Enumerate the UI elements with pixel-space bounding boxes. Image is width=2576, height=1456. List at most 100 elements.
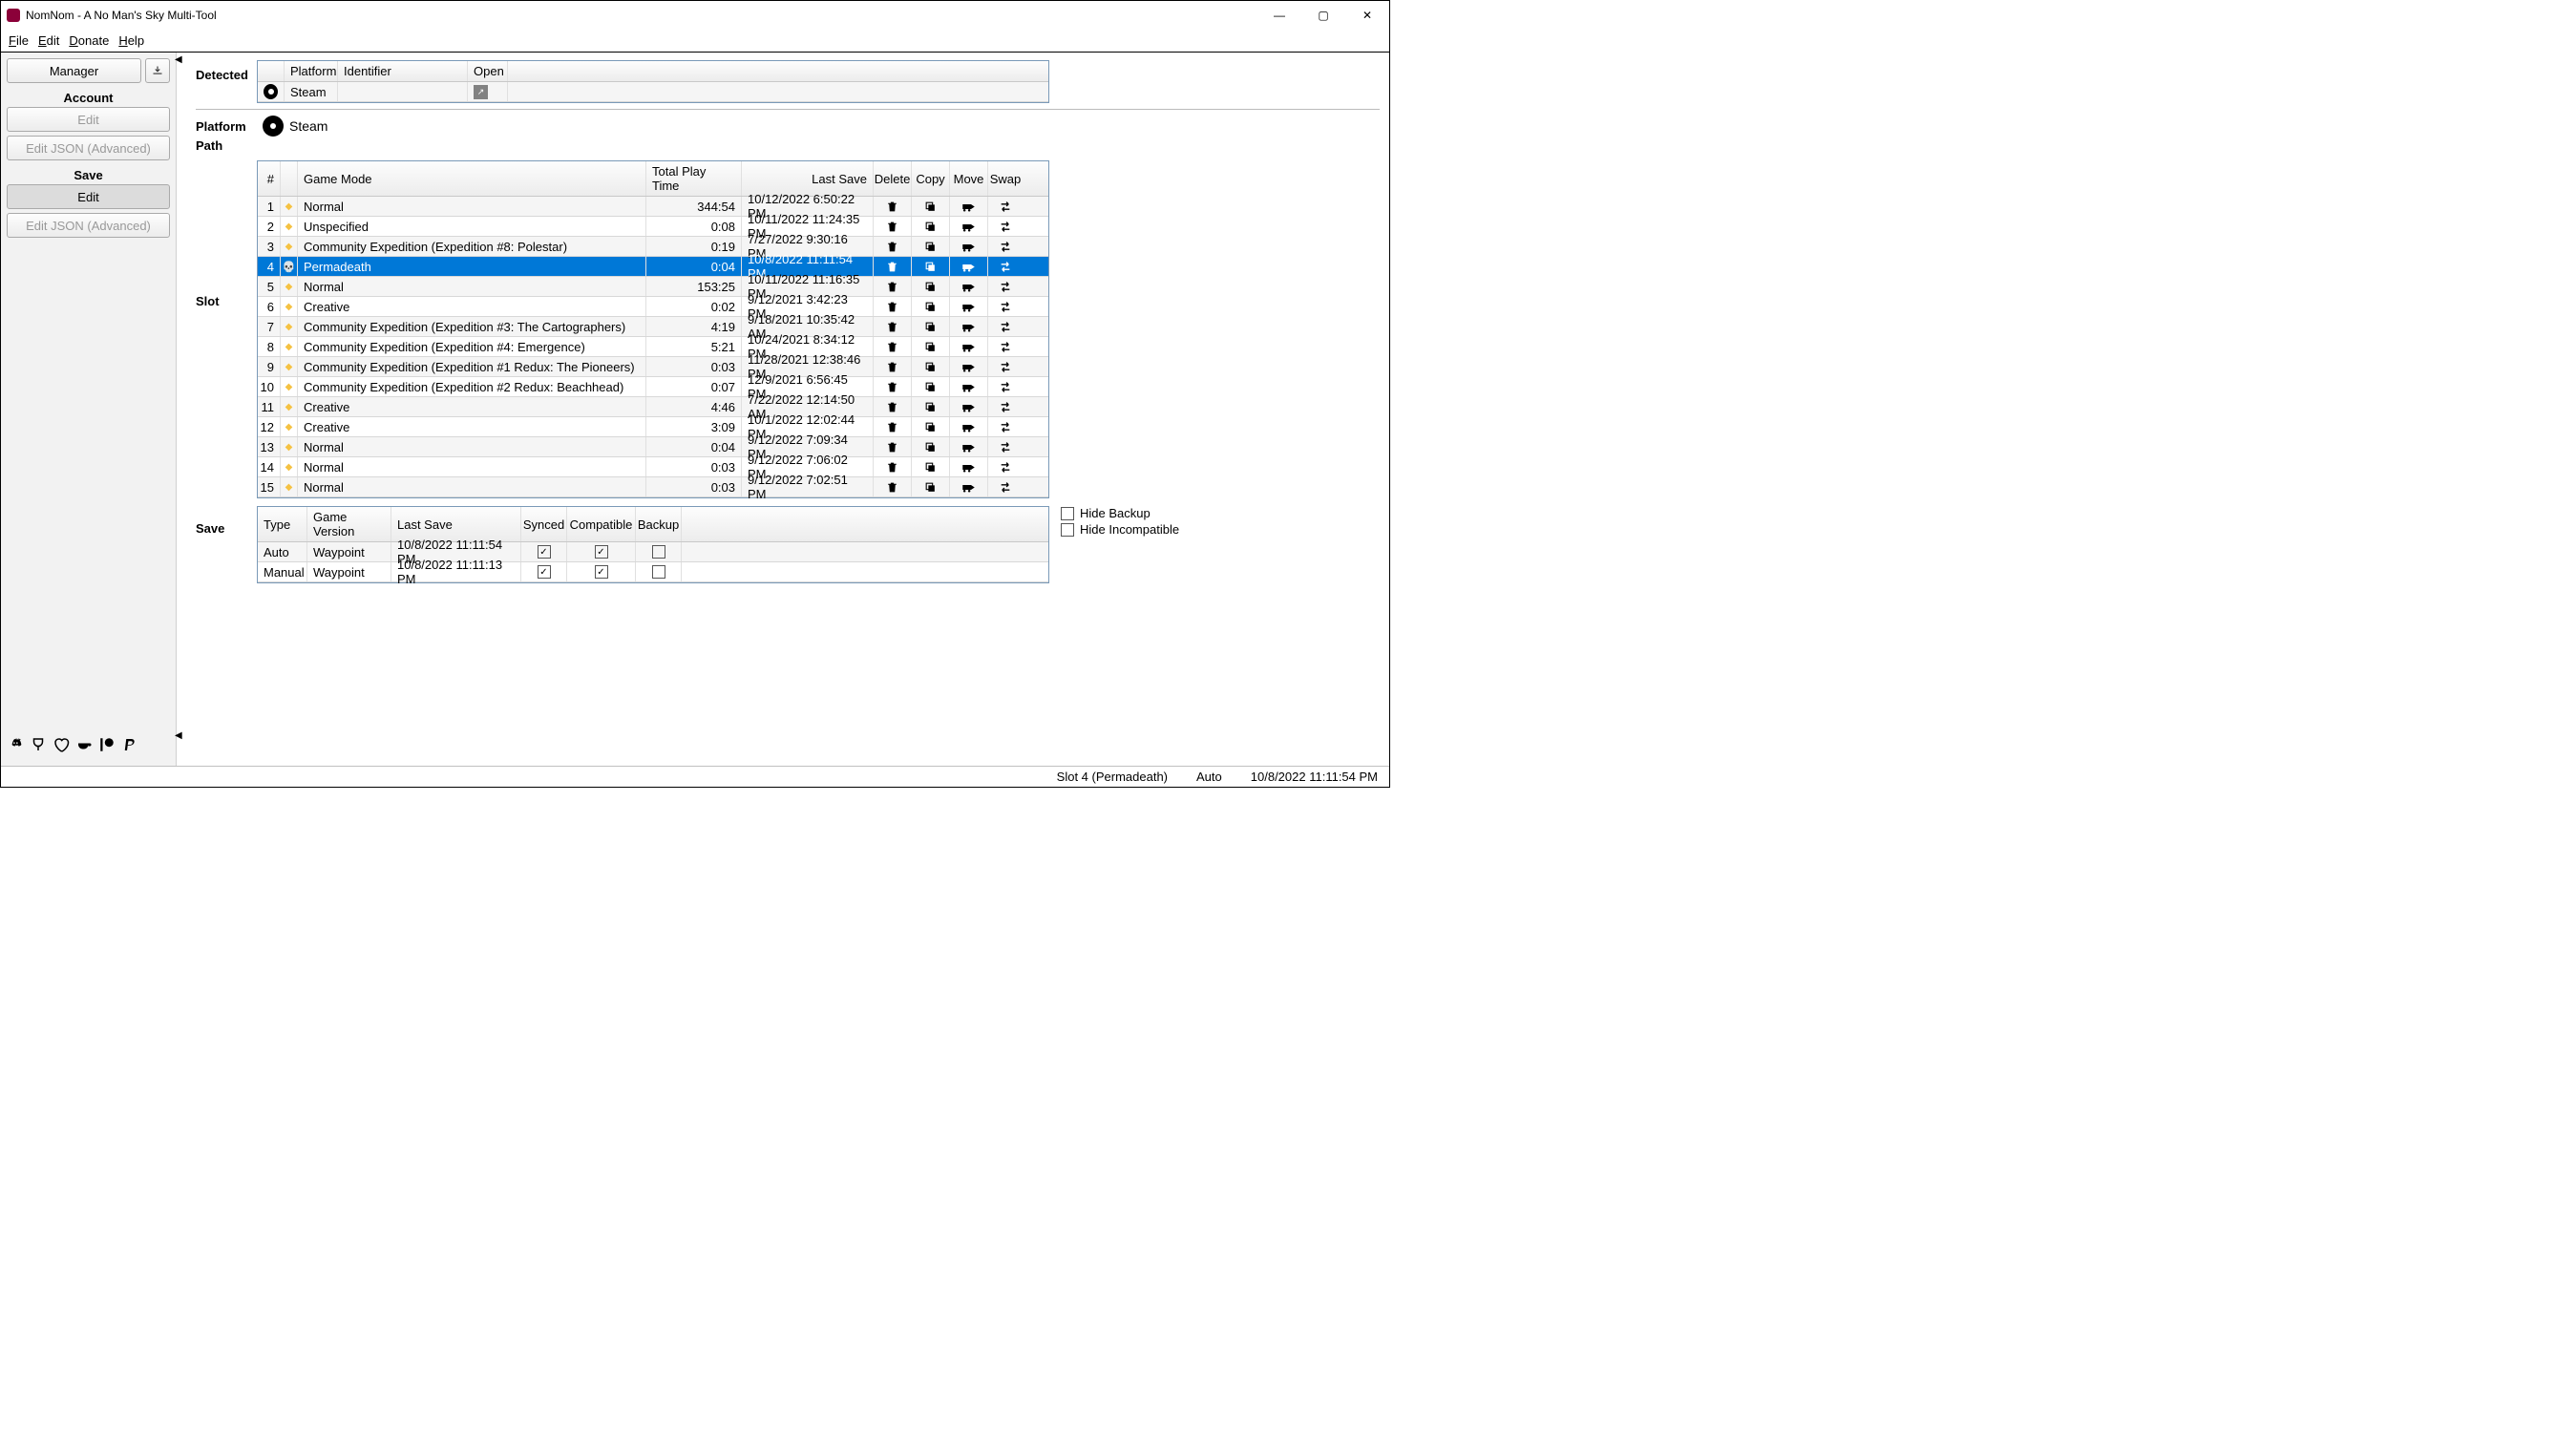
slot-col-mode[interactable]: Game Mode — [298, 161, 646, 196]
copy-icon[interactable] — [912, 357, 950, 376]
coffee-icon[interactable] — [75, 736, 93, 756]
copy-icon[interactable] — [912, 377, 950, 396]
move-icon[interactable] — [950, 257, 988, 276]
move-icon[interactable] — [950, 317, 988, 336]
swap-icon[interactable] — [988, 437, 1023, 456]
move-icon[interactable] — [950, 297, 988, 316]
delete-icon[interactable] — [874, 317, 912, 336]
collapse-button[interactable] — [145, 58, 170, 83]
swap-icon[interactable] — [988, 337, 1023, 356]
detected-row[interactable]: Steam↗ — [258, 82, 1048, 102]
move-icon[interactable] — [950, 337, 988, 356]
menu-edit[interactable]: Edit — [38, 33, 59, 48]
copy-icon[interactable] — [912, 317, 950, 336]
slot-row[interactable]: 4💀Permadeath0:0410/8/2022 11:11:54 PM — [258, 257, 1048, 277]
copy-icon[interactable] — [912, 277, 950, 296]
swap-icon[interactable] — [988, 257, 1023, 276]
copy-icon[interactable] — [912, 237, 950, 256]
delete-icon[interactable] — [874, 397, 912, 416]
swap-icon[interactable] — [988, 397, 1023, 416]
collapse-arrow-top[interactable]: ◀ — [175, 54, 182, 65]
delete-icon[interactable] — [874, 417, 912, 436]
menu-help[interactable]: Help — [118, 33, 144, 48]
checkbox[interactable] — [538, 545, 551, 559]
hide-incompat-checkbox[interactable] — [1061, 523, 1074, 537]
copy-icon[interactable] — [912, 437, 950, 456]
delete-icon[interactable] — [874, 377, 912, 396]
slot-col-tpt[interactable]: Total Play Time — [646, 161, 742, 196]
swap-icon[interactable] — [988, 477, 1023, 496]
copy-icon[interactable] — [912, 397, 950, 416]
account-edit-button[interactable]: Edit — [7, 107, 170, 132]
slot-col-swap[interactable]: Swap — [988, 161, 1023, 196]
copy-icon[interactable] — [912, 197, 950, 216]
delete-icon[interactable] — [874, 297, 912, 316]
delete-icon[interactable] — [874, 217, 912, 236]
detected-col-identifier[interactable]: Identifier — [338, 61, 468, 81]
move-icon[interactable] — [950, 457, 988, 476]
slot-row[interactable]: 9◆Community Expedition (Expedition #1 Re… — [258, 357, 1048, 377]
save-col-backup[interactable]: Backup — [636, 507, 682, 541]
slot-row[interactable]: 11◆Creative4:467/22/2022 12:14:50 AM — [258, 397, 1048, 417]
slot-row[interactable]: 14◆Normal0:039/12/2022 7:06:02 PM — [258, 457, 1048, 477]
checkbox[interactable] — [538, 565, 551, 579]
save-col-gv[interactable]: Game Version — [307, 507, 391, 541]
copy-icon[interactable] — [912, 217, 950, 236]
slot-row[interactable]: 2◆Unspecified0:0810/11/2022 11:24:35 PM — [258, 217, 1048, 237]
save-edit-button[interactable]: Edit — [7, 184, 170, 209]
detected-col-open[interactable]: Open — [468, 61, 508, 81]
discord-icon[interactable] — [7, 736, 24, 756]
copy-icon[interactable] — [912, 477, 950, 496]
slot-row[interactable]: 3◆Community Expedition (Expedition #8: P… — [258, 237, 1048, 257]
move-icon[interactable] — [950, 217, 988, 236]
slot-col-move[interactable]: Move — [950, 161, 988, 196]
slot-row[interactable]: 12◆Creative3:0910/1/2022 12:02:44 PM — [258, 417, 1048, 437]
manager-button[interactable]: Manager — [7, 58, 141, 83]
slot-row[interactable]: 10◆Community Expedition (Expedition #2 R… — [258, 377, 1048, 397]
slot-row[interactable]: 1◆Normal344:5410/12/2022 6:50:22 PM — [258, 197, 1048, 217]
copy-icon[interactable] — [912, 457, 950, 476]
delete-icon[interactable] — [874, 337, 912, 356]
swap-icon[interactable] — [988, 377, 1023, 396]
move-icon[interactable] — [950, 357, 988, 376]
move-icon[interactable] — [950, 477, 988, 496]
delete-icon[interactable] — [874, 237, 912, 256]
swap-icon[interactable] — [988, 417, 1023, 436]
maximize-button[interactable]: ▢ — [1301, 1, 1345, 30]
move-icon[interactable] — [950, 417, 988, 436]
close-button[interactable]: ✕ — [1345, 1, 1389, 30]
minimize-button[interactable]: — — [1257, 1, 1301, 30]
swap-icon[interactable] — [988, 277, 1023, 296]
delete-icon[interactable] — [874, 437, 912, 456]
slot-row[interactable]: 7◆Community Expedition (Expedition #3: T… — [258, 317, 1048, 337]
checkbox[interactable] — [595, 565, 608, 579]
delete-icon[interactable] — [874, 357, 912, 376]
save-col-synced[interactable]: Synced — [521, 507, 567, 541]
move-icon[interactable] — [950, 197, 988, 216]
paypal-icon[interactable] — [121, 736, 138, 756]
move-icon[interactable] — [950, 397, 988, 416]
delete-icon[interactable] — [874, 277, 912, 296]
slot-col-last[interactable]: Last Save — [742, 161, 874, 196]
move-icon[interactable] — [950, 377, 988, 396]
cup-icon[interactable] — [30, 736, 47, 756]
copy-icon[interactable] — [912, 257, 950, 276]
menu-file[interactable]: File — [9, 33, 29, 48]
move-icon[interactable] — [950, 237, 988, 256]
delete-icon[interactable] — [874, 457, 912, 476]
open-icon[interactable]: ↗ — [474, 85, 488, 99]
slot-col-copy[interactable]: Copy — [912, 161, 950, 196]
delete-icon[interactable] — [874, 477, 912, 496]
checkbox[interactable] — [652, 565, 665, 579]
slot-col-num[interactable]: # — [258, 161, 281, 196]
save-col-last[interactable]: Last Save — [391, 507, 521, 541]
swap-icon[interactable] — [988, 197, 1023, 216]
slot-row[interactable]: 8◆Community Expedition (Expedition #4: E… — [258, 337, 1048, 357]
swap-icon[interactable] — [988, 217, 1023, 236]
swap-icon[interactable] — [988, 237, 1023, 256]
checkbox[interactable] — [595, 545, 608, 559]
slot-col-delete[interactable]: Delete — [874, 161, 912, 196]
copy-icon[interactable] — [912, 297, 950, 316]
menu-donate[interactable]: Donate — [69, 33, 109, 48]
delete-icon[interactable] — [874, 257, 912, 276]
